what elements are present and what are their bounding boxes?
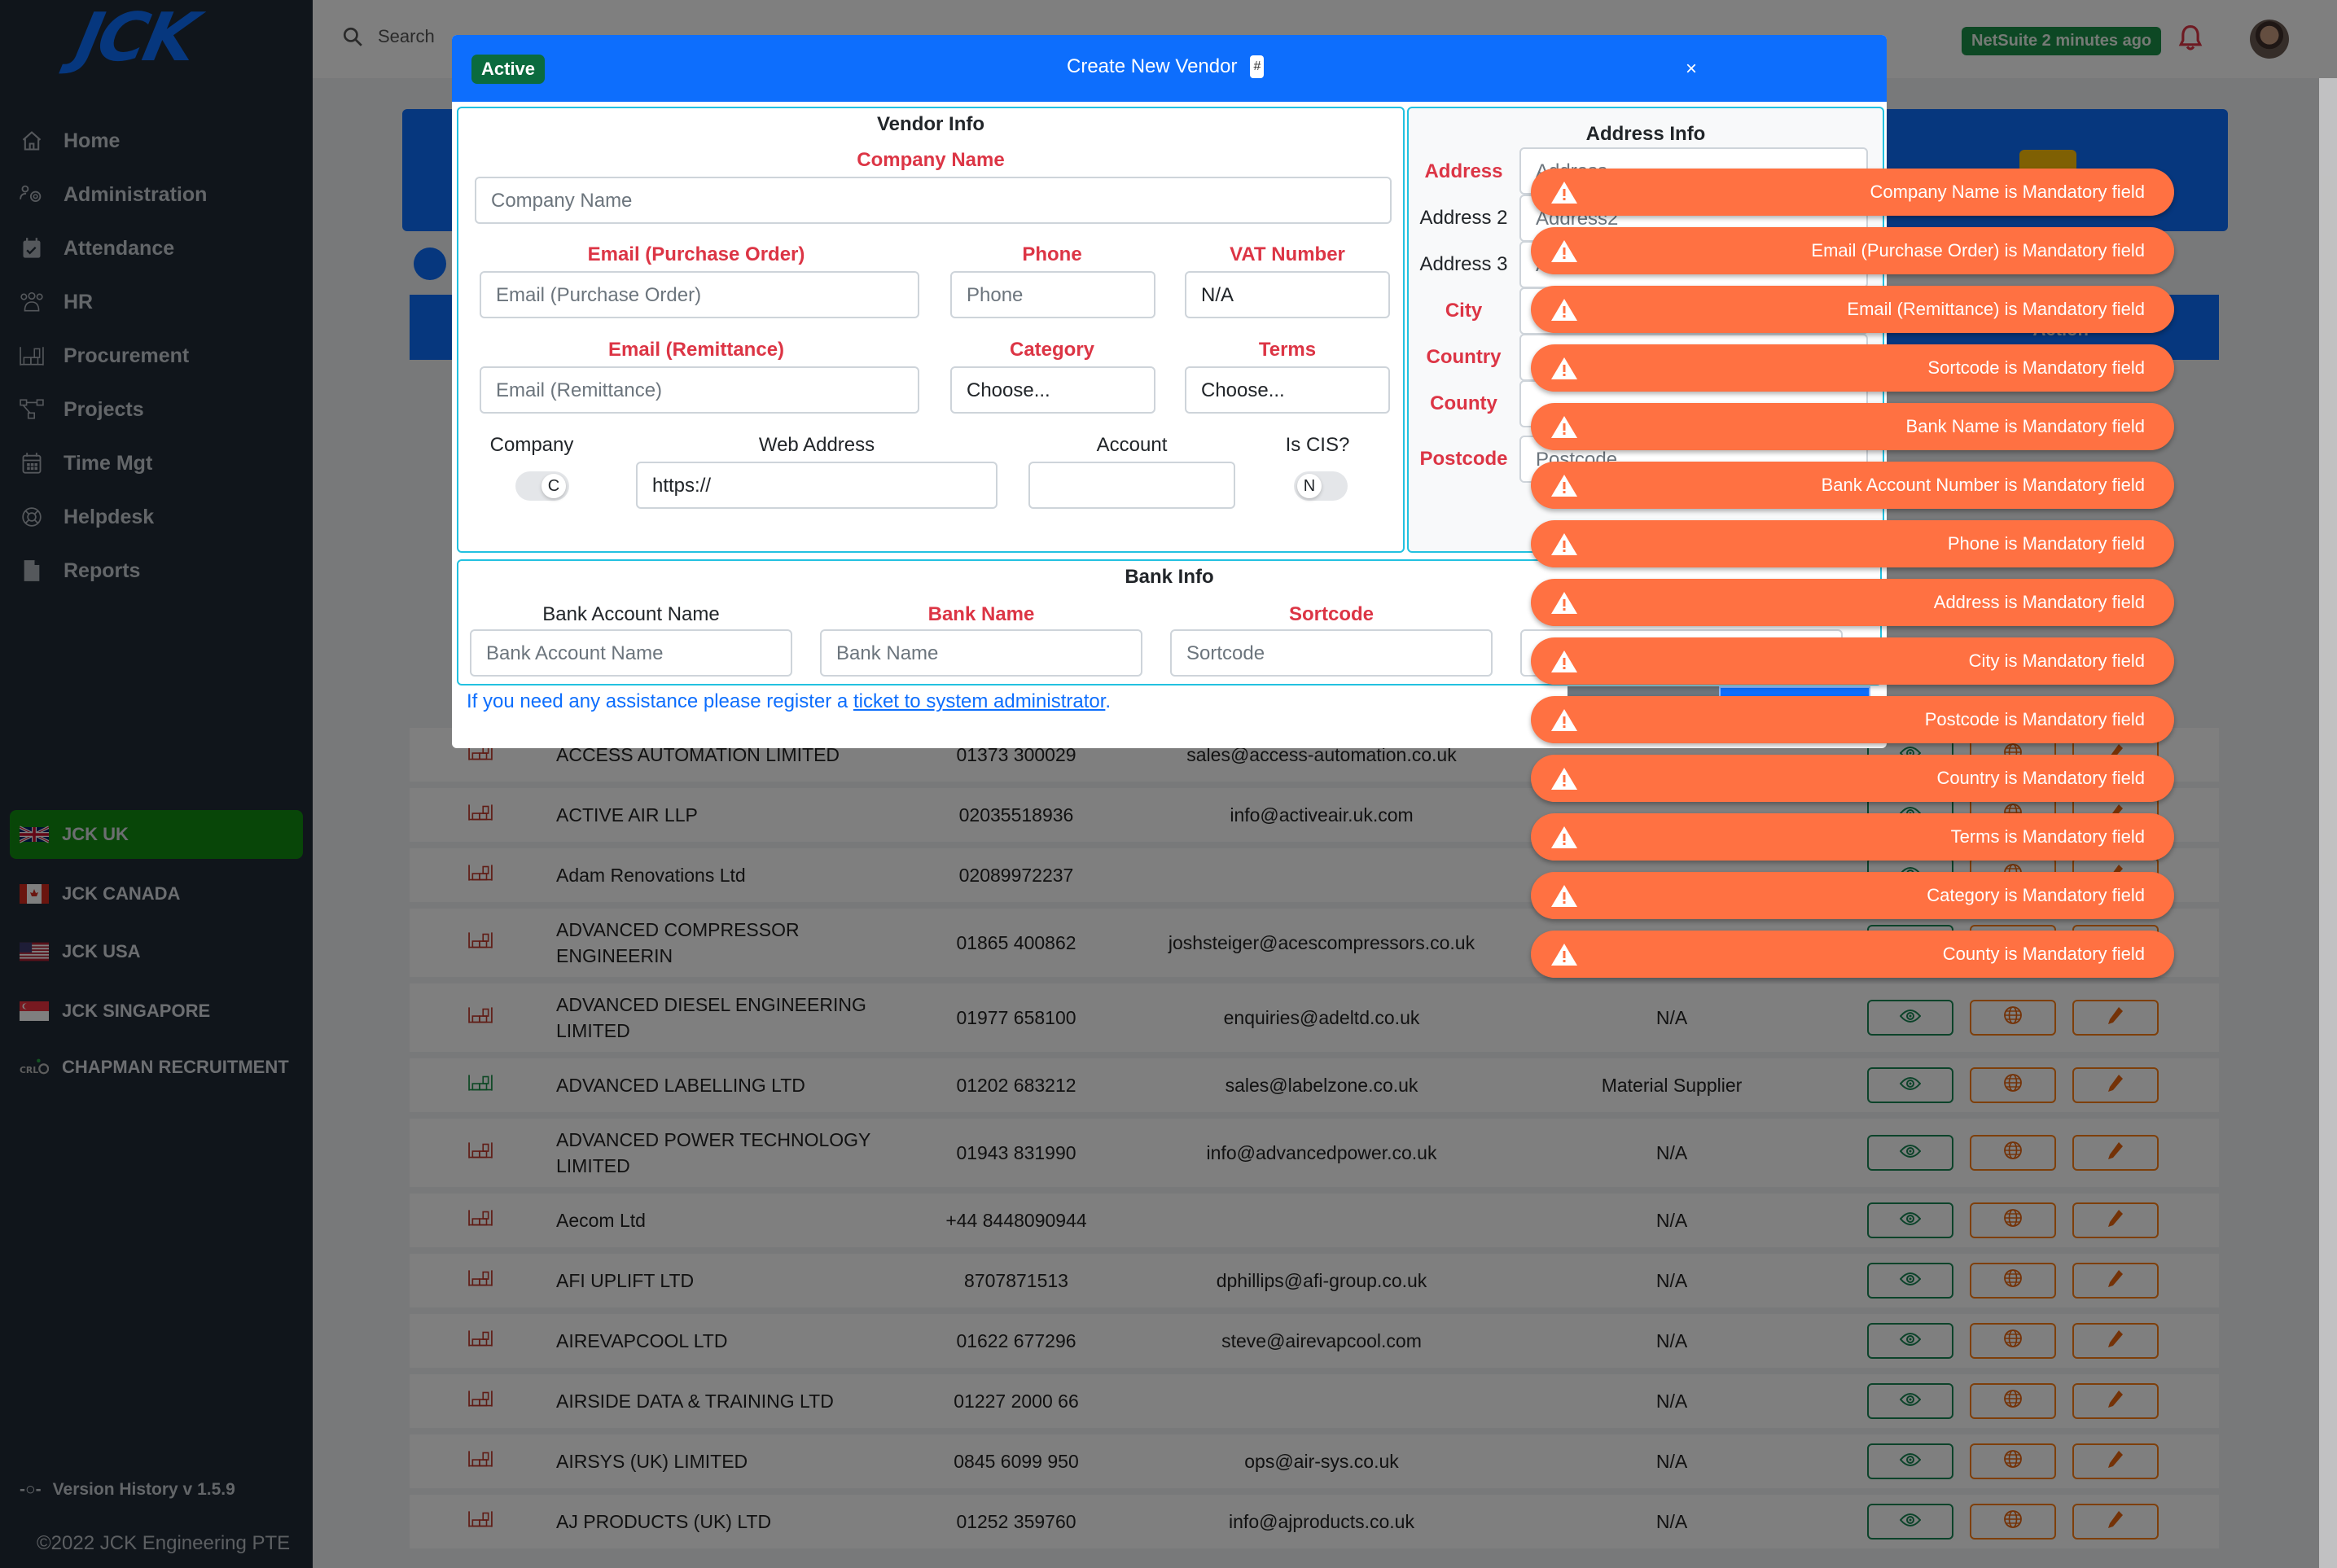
warning-icon bbox=[1550, 180, 1578, 204]
toast-message: Country is Mandatory field bbox=[1936, 768, 2145, 788]
error-toast[interactable]: County is Mandatory field bbox=[1531, 931, 2174, 978]
help-text-prefix: If you need any assistance please regist… bbox=[467, 690, 853, 712]
modal-title-text: Create New Vendor bbox=[1067, 55, 1238, 77]
error-toast[interactable]: Terms is Mandatory field bbox=[1531, 813, 2174, 861]
error-toast[interactable]: Postcode is Mandatory field bbox=[1531, 696, 2174, 743]
modal-header: Active Create New Vendor # × bbox=[452, 35, 1887, 102]
email-po-label: Email (Purchase Order) bbox=[587, 243, 805, 265]
email-remit-label: Email (Remittance) bbox=[607, 339, 785, 361]
error-toast[interactable]: Phone is Mandatory field bbox=[1531, 520, 2174, 567]
toggle-knob: C bbox=[542, 474, 566, 498]
error-toast[interactable]: Address is Mandatory field bbox=[1531, 579, 2174, 626]
country-label: Country bbox=[1426, 346, 1502, 368]
warning-icon bbox=[1550, 707, 1578, 732]
error-toast[interactable]: City is Mandatory field bbox=[1531, 637, 2174, 685]
is-cis-label: Is CIS? bbox=[1285, 434, 1350, 456]
section-title: Vendor Info bbox=[877, 113, 984, 135]
warning-icon bbox=[1550, 590, 1578, 615]
company-toggle[interactable]: C bbox=[515, 471, 569, 501]
vendor-info-section: Vendor Info Company Name Company Name Em… bbox=[457, 107, 1405, 553]
city-label: City bbox=[1445, 300, 1483, 322]
error-toast[interactable]: Category is Mandatory field bbox=[1531, 872, 2174, 919]
bank-name-label: Bank Name bbox=[927, 603, 1035, 625]
ticket-link[interactable]: ticket to system administrator bbox=[853, 690, 1105, 712]
close-button[interactable]: × bbox=[1686, 58, 1697, 81]
vat-input[interactable]: N/A bbox=[1185, 271, 1390, 318]
toast-message: Terms is Mandatory field bbox=[1950, 826, 2145, 847]
bank-account-name-label: Bank Account Name bbox=[542, 603, 720, 625]
account-input[interactable] bbox=[1028, 462, 1235, 509]
toast-message: Bank Account Number is Mandatory field bbox=[1821, 475, 2145, 495]
error-toast[interactable]: Email (Remittance) is Mandatory field bbox=[1531, 286, 2174, 333]
postcode-label: Postcode bbox=[1419, 448, 1508, 470]
terms-label: Terms bbox=[1258, 339, 1317, 361]
section-title: Address Info bbox=[1585, 123, 1706, 145]
terms-select[interactable]: Choose... bbox=[1185, 366, 1390, 414]
company-name-input[interactable]: Company Name bbox=[475, 177, 1392, 224]
is-cis-toggle[interactable]: N bbox=[1294, 471, 1348, 501]
warning-icon bbox=[1550, 297, 1578, 322]
county-label: County bbox=[1430, 392, 1497, 414]
phone-input[interactable]: Phone bbox=[950, 271, 1155, 318]
warning-icon bbox=[1550, 239, 1578, 263]
bank-account-name-input[interactable]: Bank Account Name bbox=[470, 629, 792, 677]
bank-name-input[interactable]: Bank Name bbox=[820, 629, 1142, 677]
email-remit-input[interactable]: Email (Remittance) bbox=[480, 366, 919, 414]
category-label: Category bbox=[1009, 339, 1095, 361]
toast-message: Postcode is Mandatory field bbox=[1924, 709, 2145, 729]
warning-icon bbox=[1550, 473, 1578, 497]
warning-icon bbox=[1550, 883, 1578, 908]
email-po-input[interactable]: Email (Purchase Order) bbox=[480, 271, 919, 318]
warning-icon bbox=[1550, 356, 1578, 380]
vendor-id-badge: # bbox=[1250, 55, 1265, 78]
warning-icon bbox=[1550, 825, 1578, 849]
account-label: Account bbox=[1096, 434, 1168, 456]
warning-icon bbox=[1550, 766, 1578, 791]
web-address-label: Web Address bbox=[758, 434, 875, 456]
toast-message: Bank Name is Mandatory field bbox=[1905, 416, 2145, 436]
error-toast[interactable]: Country is Mandatory field bbox=[1531, 755, 2174, 802]
status-badge: Active bbox=[471, 55, 546, 84]
warning-icon bbox=[1550, 649, 1578, 673]
company-toggle-label: Company bbox=[489, 434, 574, 456]
warning-icon bbox=[1550, 942, 1578, 966]
toast-message: Address is Mandatory field bbox=[1933, 592, 2145, 612]
address3-label: Address 3 bbox=[1419, 253, 1508, 275]
page-scrollbar[interactable] bbox=[2319, 78, 2337, 1568]
phone-label: Phone bbox=[1022, 243, 1082, 265]
warning-icon bbox=[1550, 414, 1578, 439]
app-root: JCK HomeAdministrationAttendanceHRProcur… bbox=[0, 0, 2337, 1568]
error-toast[interactable]: Sortcode is Mandatory field bbox=[1531, 344, 2174, 392]
warning-icon bbox=[1550, 532, 1578, 556]
toast-stack: Company Name is Mandatory field Email (Pu… bbox=[1531, 169, 2174, 989]
category-select[interactable]: Choose... bbox=[950, 366, 1155, 414]
toast-message: Phone is Mandatory field bbox=[1947, 533, 2145, 554]
toast-message: Email (Remittance) is Mandatory field bbox=[1847, 299, 2145, 319]
toast-message: Email (Purchase Order) is Mandatory fiel… bbox=[1811, 240, 2145, 261]
error-toast[interactable]: Email (Purchase Order) is Mandatory fiel… bbox=[1531, 227, 2174, 274]
address2-label: Address 2 bbox=[1419, 207, 1508, 229]
modal-title: Create New Vendor # bbox=[1067, 55, 1265, 78]
toast-message: Sortcode is Mandatory field bbox=[1927, 357, 2145, 378]
web-address-input[interactable]: https:// bbox=[636, 462, 998, 509]
help-text-suffix: . bbox=[1105, 690, 1112, 712]
vat-label: VAT Number bbox=[1230, 243, 1345, 265]
toast-message: City is Mandatory field bbox=[1968, 650, 2145, 671]
address-label: Address bbox=[1424, 160, 1503, 182]
toast-message: County is Mandatory field bbox=[1942, 944, 2145, 964]
error-toast[interactable]: Bank Account Number is Mandatory field bbox=[1531, 462, 2174, 509]
sortcode-label: Sortcode bbox=[1288, 603, 1374, 625]
sortcode-input[interactable]: Sortcode bbox=[1170, 629, 1493, 677]
error-toast[interactable]: Bank Name is Mandatory field bbox=[1531, 403, 2174, 450]
toast-message: Company Name is Mandatory field bbox=[1870, 182, 2145, 202]
toggle-knob: N bbox=[1297, 474, 1322, 498]
scrollbar-thumb[interactable] bbox=[2322, 176, 2335, 884]
help-text: If you need any assistance please regist… bbox=[467, 690, 1111, 713]
company-name-label: Company Name bbox=[857, 149, 1005, 171]
toast-message: Category is Mandatory field bbox=[1927, 885, 2145, 905]
error-toast[interactable]: Company Name is Mandatory field bbox=[1531, 169, 2174, 216]
